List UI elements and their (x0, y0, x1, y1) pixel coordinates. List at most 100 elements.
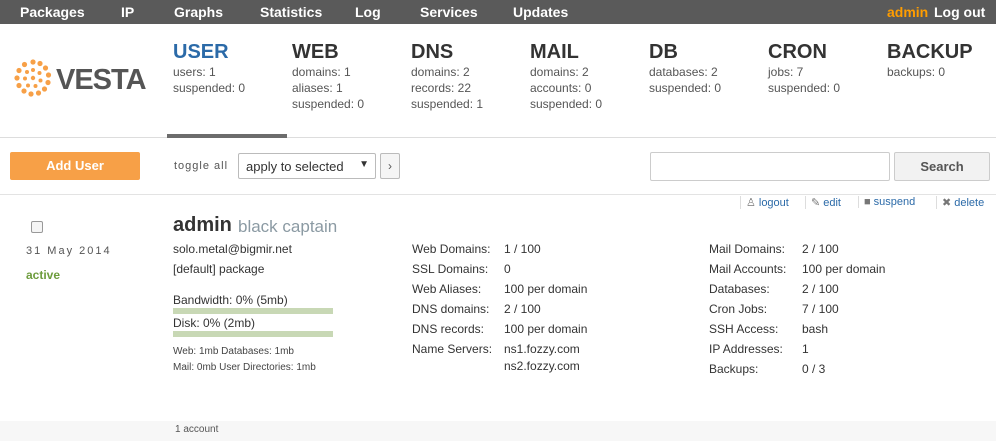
login-as-action[interactable]: ♙ logout (740, 196, 789, 209)
row-checkbox[interactable] (31, 221, 43, 233)
detail-row: ns2.fozzy.com (412, 358, 587, 375)
stat-title: MAIL (530, 41, 579, 63)
detail-key: Backups: (709, 362, 759, 376)
nav-log[interactable]: Log (355, 4, 381, 20)
details-middle: Web Domains: 1 / 100 SSL Domains: 0 Web Al… (412, 239, 587, 375)
apply-button[interactable]: › (380, 153, 400, 179)
delete-action[interactable]: ✖ delete (936, 196, 984, 209)
logout-link[interactable]: Log out (934, 4, 985, 20)
nav-graphs[interactable]: Graphs (174, 4, 223, 20)
toggle-all-link[interactable]: toggle all (174, 160, 228, 172)
current-user-link[interactable]: admin (887, 4, 928, 20)
detail-row: SSL Domains: 0 (412, 259, 587, 279)
detail-key: Mail Accounts: (709, 262, 787, 276)
detail-value: 2 / 100 (802, 282, 839, 296)
detail-value: 2 / 100 (802, 242, 839, 256)
close-icon: ✖ (942, 197, 952, 209)
detail-row: Web Aliases: 100 per domain (412, 279, 587, 299)
detail-row: Mail Accounts: 100 per domain (709, 259, 885, 279)
nav-statistics[interactable]: Statistics (260, 4, 322, 20)
stat-line: records: 22 (411, 81, 472, 95)
detail-key: Web Aliases: (412, 282, 482, 296)
stat-line: suspended: 0 (173, 81, 246, 95)
nav-updates[interactable]: Updates (513, 4, 568, 20)
stat-cron[interactable]: CRON jobs: 7 suspended: 0 (768, 40, 840, 96)
stat-user[interactable]: USER users: 1 suspended: 0 (173, 40, 245, 96)
bandwidth-bar (173, 308, 333, 314)
stat-line: suspended: 0 (292, 97, 365, 111)
stat-line: users: 1 (173, 65, 216, 79)
stat-line: aliases: 1 (292, 81, 343, 95)
stat-dns[interactable]: DNS domains: 2 records: 22 suspended: 1 (411, 40, 483, 112)
search-input[interactable] (650, 152, 890, 181)
detail-value: 0 / 3 (802, 362, 826, 376)
detail-row: Databases: 2 / 100 (709, 279, 885, 299)
nav-packages[interactable]: Packages (20, 4, 85, 20)
account-fullname: black captain (238, 217, 338, 236)
account-username[interactable]: admin (173, 214, 232, 237)
usage-line: Mail: 0mb User Directories: 1mb (173, 362, 316, 373)
account-email: solo.metal@bigmir.net (173, 242, 292, 256)
add-user-button[interactable]: Add User (10, 152, 140, 180)
detail-value: 100 per domain (504, 282, 588, 296)
detail-row: DNS records: 100 per domain (412, 319, 587, 339)
stat-db[interactable]: DB databases: 2 suspended: 0 (649, 40, 721, 96)
search-button[interactable]: Search (894, 152, 990, 181)
stat-line: backups: 0 (887, 65, 946, 79)
header-stats: VESTA USER users: 1 suspended: 0 WEB dom… (0, 24, 996, 138)
detail-value: 7 / 100 (802, 302, 839, 316)
account-date: 31 May 2014 (26, 245, 112, 257)
stat-line: domains: 2 (530, 65, 589, 79)
stat-title: DB (649, 41, 678, 63)
detail-row: DNS domains: 2 / 100 (412, 299, 587, 319)
detail-key: DNS domains: (412, 302, 490, 316)
disk-label: Disk: 0% (2mb) (173, 316, 256, 330)
bandwidth-label: Bandwidth: 0% (5mb) (173, 293, 288, 307)
action-label: suspend (873, 196, 916, 208)
detail-value: 0 (504, 262, 511, 276)
suspend-action[interactable]: ■ suspend (858, 196, 915, 208)
top-navigation: Packages IP Graphs Statistics Log Servic… (0, 0, 996, 24)
details-right: Mail Domains: 2 / 100 Mail Accounts: 100 p… (709, 239, 885, 379)
active-tab-indicator (167, 134, 287, 138)
stat-line: suspended: 1 (411, 97, 484, 111)
stat-backup[interactable]: BACKUP backups: 0 (887, 40, 973, 80)
stat-mail[interactable]: MAIL domains: 2 accounts: 0 suspended: 0 (530, 40, 602, 112)
bulk-action-value: apply to selected (246, 159, 344, 174)
vesta-logo[interactable]: VESTA (13, 58, 147, 98)
nav-ip[interactable]: IP (121, 4, 134, 20)
stat-title: DNS (411, 41, 454, 63)
action-label: logout (758, 197, 789, 209)
usage-line: Web: 1mb Databases: 1mb (173, 346, 294, 357)
detail-key: SSL Domains: (412, 262, 489, 276)
detail-key: Name Servers: (412, 342, 493, 356)
stat-web[interactable]: WEB domains: 1 aliases: 1 suspended: 0 (292, 40, 364, 112)
detail-row: Cron Jobs: 7 / 100 (709, 299, 885, 319)
stat-line: accounts: 0 (530, 81, 592, 95)
stat-title: WEB (292, 41, 339, 63)
detail-row: Mail Domains: 2 / 100 (709, 239, 885, 259)
detail-row: IP Addresses: 1 (709, 339, 885, 359)
detail-row: SSH Access: bash (709, 319, 885, 339)
detail-value: 100 per domain (504, 322, 588, 336)
detail-row: Web Domains: 1 / 100 (412, 239, 587, 259)
detail-value: 100 per domain (802, 262, 886, 276)
dropdown-arrow-icon: ▼ (359, 159, 369, 170)
detail-key: DNS records: (412, 322, 485, 336)
detail-value: 1 (802, 342, 809, 356)
detail-key: Web Domains: (412, 242, 491, 256)
disk-bar (173, 331, 333, 337)
nav-services[interactable]: Services (420, 4, 478, 20)
detail-key: Cron Jobs: (709, 302, 768, 316)
action-label: delete (954, 197, 985, 209)
stat-line: domains: 2 (411, 65, 470, 79)
list-footer: 1 account (0, 421, 996, 441)
bulk-action-select[interactable]: apply to selected ▼ (238, 153, 376, 179)
detail-key: Databases: (709, 282, 770, 296)
stat-line: suspended: 0 (530, 97, 603, 111)
status-badge: active (26, 268, 61, 282)
detail-value: 1 / 100 (504, 242, 541, 256)
edit-action[interactable]: ✎ edit (805, 196, 841, 209)
stat-line: suspended: 0 (768, 81, 841, 95)
stat-title: USER (173, 41, 229, 63)
